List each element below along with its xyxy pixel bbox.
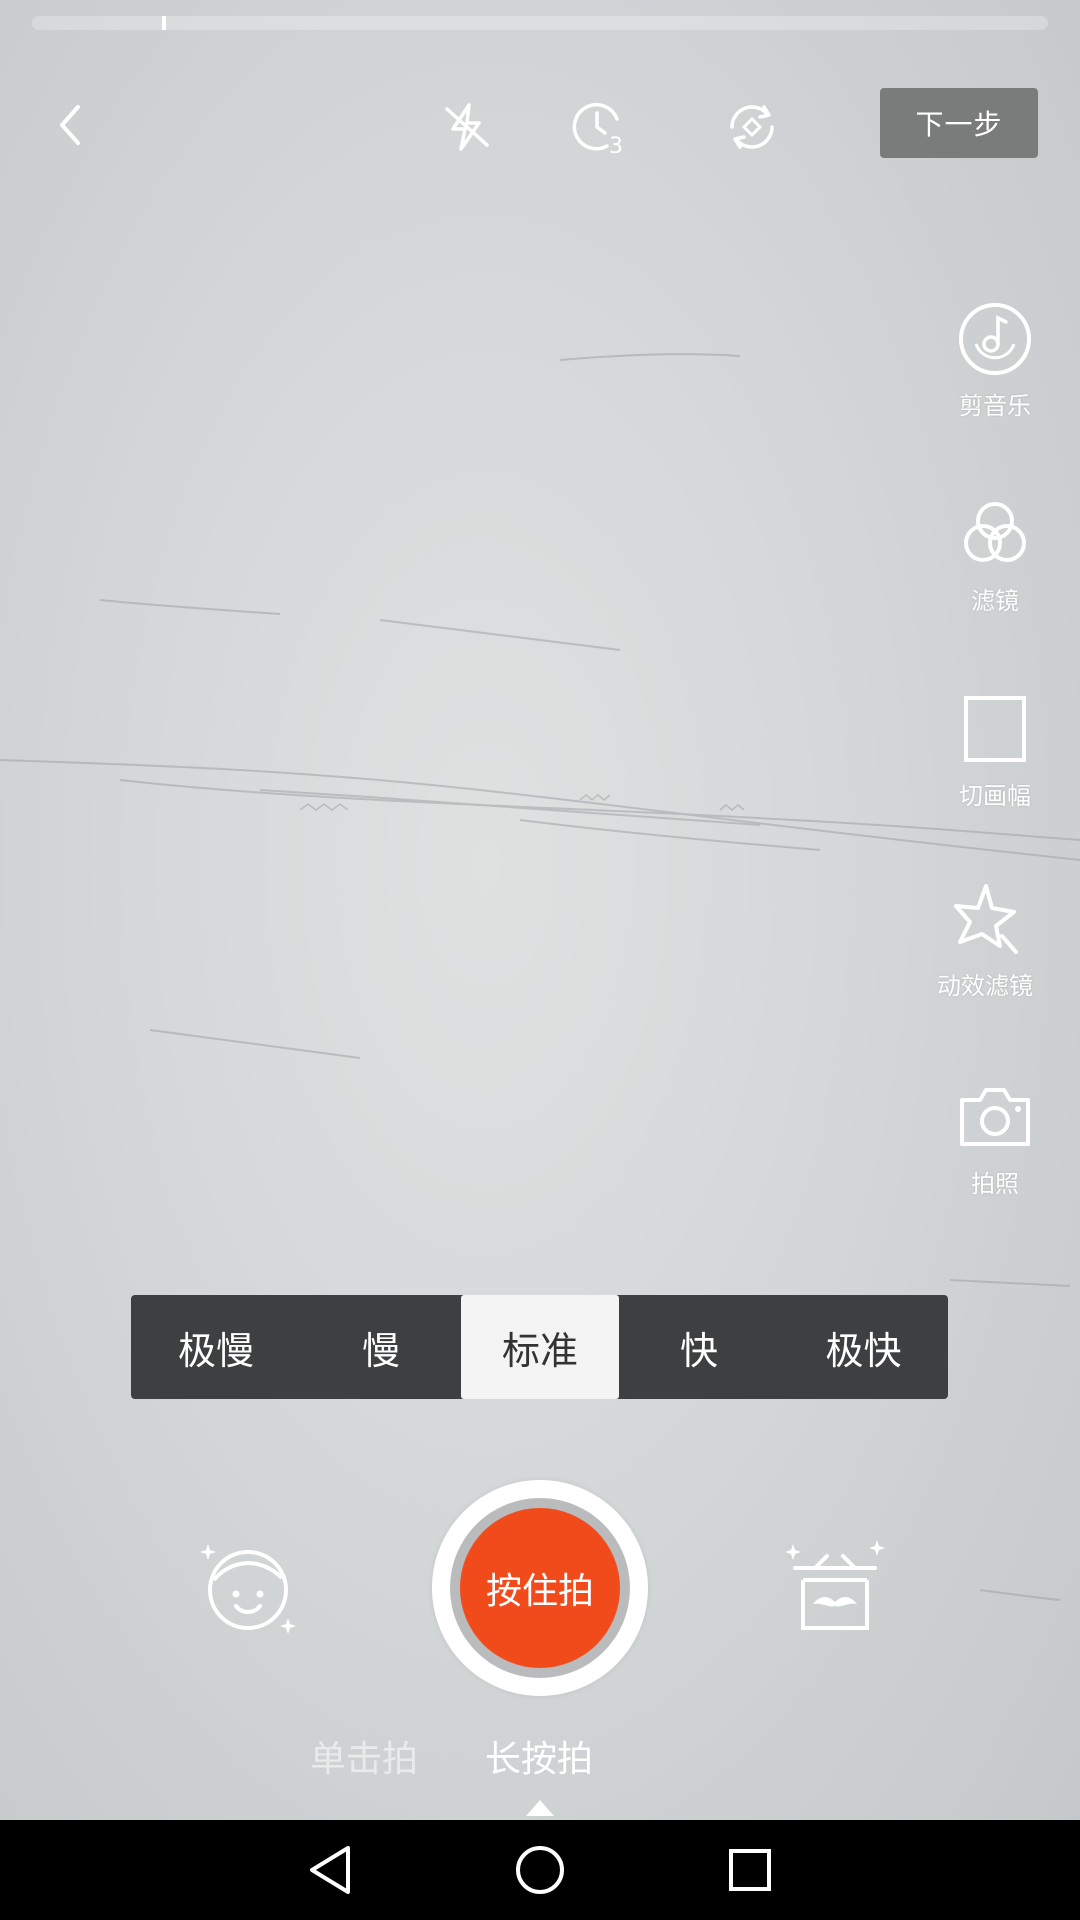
svg-text:3: 3 (609, 134, 623, 157)
nav-home-icon (516, 1846, 564, 1894)
mode-tap-to-shoot[interactable]: 单击拍 (310, 1738, 418, 1782)
mustache-props-icon (785, 1540, 885, 1630)
speed-option-normal[interactable]: 标准 (461, 1295, 619, 1399)
flash-toggle-button[interactable] (435, 95, 499, 159)
record-shutter-button[interactable]: 按住拍 (432, 1480, 648, 1696)
cut-music-label: 剪音乐 (959, 392, 1031, 420)
recording-progress-marker (162, 16, 166, 30)
back-button[interactable] (40, 95, 100, 155)
star-wand-icon (954, 884, 1018, 954)
nav-back-button[interactable] (300, 1840, 360, 1900)
mode-hold-to-shoot[interactable]: 长按拍 (485, 1738, 593, 1782)
nav-back-icon (310, 1846, 350, 1894)
camera-screen: 3 下一步 剪音乐 滤镜 切画幅 动效滤镜 拍照 极慢 慢 标准 快 极快 按住… (0, 0, 1080, 1920)
speed-selector: 极慢 慢 标准 快 极快 (131, 1295, 948, 1399)
system-nav-bar (0, 1820, 1080, 1920)
nav-recent-icon (729, 1849, 771, 1891)
flash-off-icon (445, 103, 489, 151)
filter-circles-icon (964, 502, 1026, 562)
next-step-button[interactable]: 下一步 (880, 88, 1038, 158)
filter-tool[interactable]: 滤镜 (925, 495, 1065, 616)
speed-option-very-slow[interactable]: 极慢 (131, 1295, 301, 1399)
speed-option-very-fast[interactable]: 极快 (779, 1295, 948, 1399)
speed-option-slow[interactable]: 慢 (301, 1295, 461, 1399)
recording-progress-bar (32, 16, 1048, 30)
timer-button[interactable]: 3 (567, 95, 631, 159)
shutter-ring: 按住拍 (450, 1498, 630, 1678)
dynamic-filter-label: 动效滤镜 (937, 972, 1033, 1000)
aspect-ratio-tool[interactable]: 切画幅 (925, 690, 1065, 811)
mode-indicator-arrow (526, 1800, 554, 1816)
timer-3s-icon: 3 (572, 102, 623, 157)
camera-flip-button[interactable] (720, 95, 784, 159)
cut-music-tool[interactable]: 剪音乐 (925, 300, 1065, 421)
shutter-label: 按住拍 (460, 1508, 620, 1668)
photo-mode-tool[interactable]: 拍照 (925, 1078, 1065, 1199)
props-button[interactable] (785, 1538, 885, 1638)
nav-recent-button[interactable] (720, 1840, 780, 1900)
nav-home-button[interactable] (510, 1840, 570, 1900)
crop-frame-icon (964, 696, 1026, 762)
aspect-ratio-label: 切画幅 (959, 782, 1031, 810)
speed-option-fast[interactable]: 快 (619, 1295, 779, 1399)
beauty-face-icon (200, 1544, 296, 1634)
filter-label: 滤镜 (971, 587, 1019, 615)
photo-mode-label: 拍照 (971, 1170, 1019, 1198)
chevron-left-icon (60, 105, 80, 145)
beauty-button[interactable] (200, 1538, 300, 1638)
music-disc-icon (959, 303, 1031, 375)
dynamic-filter-tool[interactable]: 动效滤镜 (915, 880, 1055, 1001)
camera-icon (960, 1088, 1030, 1146)
camera-flip-icon (730, 105, 774, 149)
